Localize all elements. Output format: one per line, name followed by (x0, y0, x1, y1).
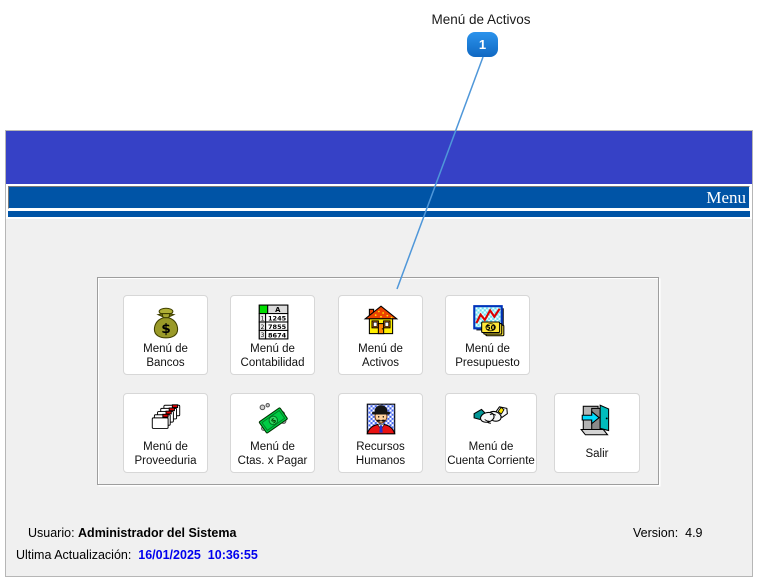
recursos-humanos-label: Recursos Humanos (356, 440, 405, 472)
menu-bar-divider (8, 211, 750, 217)
house-icon (362, 302, 400, 342)
menu-proveeduria-button[interactable]: Menú de Proveeduria (123, 393, 208, 473)
menu-bar[interactable]: Menu (8, 186, 750, 209)
svg-text:3: 3 (260, 333, 264, 339)
main-menu-panel: $ Menú de Bancos A 1 (97, 277, 659, 485)
menu-ctas-x-pagar-label: Menú de Ctas. x Pagar (238, 440, 308, 472)
status-user-label: Usuario: (28, 526, 75, 540)
status-version-value: 4.9 (685, 526, 702, 540)
salir-label: Salir (585, 440, 608, 472)
menu-cuenta-corriente-button[interactable]: Menú de Cuenta Corriente (445, 393, 537, 473)
svg-text:$: $ (161, 321, 171, 337)
app-window: Menu $ (5, 130, 753, 577)
window-body: $ Menú de Bancos A 1 (6, 219, 752, 576)
exit-door-icon (578, 400, 616, 440)
status-user-value: Administrador del Sistema (78, 526, 236, 540)
menu-presupuesto-button[interactable]: 50 Menú de Presupuesto (445, 295, 530, 375)
person-icon (362, 400, 400, 440)
svg-text:8674: 8674 (268, 331, 287, 339)
menu-ctas-x-pagar-button[interactable]: $ Menú de Ctas. x Pagar (230, 393, 315, 473)
menu-activos-button[interactable]: Menú de Activos (338, 295, 423, 375)
money-bag-icon: $ (147, 302, 185, 342)
menu-activos-label: Menú de Activos (358, 342, 403, 374)
menu-section: Menu (6, 184, 752, 219)
svg-text:50: 50 (485, 324, 495, 332)
menu-bancos-label: Menú de Bancos (143, 342, 188, 374)
menu-bar-item[interactable]: Menu (706, 188, 746, 208)
menu-cuenta-corriente-label: Menú de Cuenta Corriente (447, 440, 535, 472)
spreadsheet-icon: A 1 1245 2 7855 3 8674 (254, 302, 292, 342)
documents-stack-icon (147, 400, 185, 440)
status-user: Usuario: Administrador del Sistema (28, 526, 236, 540)
money-bill-icon: $ (254, 400, 292, 440)
handshake-icon (472, 400, 510, 440)
budget-chart-icon: 50 (469, 302, 507, 342)
menu-contabilidad-label: Menú de Contabilidad (241, 342, 305, 374)
menu-bancos-button[interactable]: $ Menú de Bancos (123, 295, 208, 375)
svg-text:1245: 1245 (268, 315, 287, 323)
window-titlebar (6, 131, 752, 184)
svg-text:7855: 7855 (268, 323, 287, 331)
recursos-humanos-button[interactable]: Recursos Humanos (338, 393, 423, 473)
annotation-step-badge: 1 (467, 32, 498, 57)
screenshot-page: Menú de Activos 1 Menu (0, 0, 757, 588)
salir-button[interactable]: Salir (554, 393, 640, 473)
svg-text:1: 1 (260, 316, 264, 322)
status-update-value: 16/01/2025 10:36:55 (138, 548, 258, 562)
menu-proveeduria-label: Menú de Proveeduria (134, 440, 196, 472)
status-version: Version: 4.9 (633, 526, 703, 540)
svg-text:A: A (275, 306, 281, 314)
status-version-label: Version: (633, 526, 678, 540)
status-update-label: Ultima Actualización: (16, 548, 131, 562)
menu-contabilidad-button[interactable]: A 1 1245 2 7855 3 8674 (230, 295, 315, 375)
status-update: Ultima Actualización: 16/01/2025 10:36:5… (16, 548, 258, 562)
menu-presupuesto-label: Menú de Presupuesto (455, 342, 520, 374)
annotation-title: Menú de Activos (381, 12, 581, 27)
svg-text:2: 2 (260, 325, 264, 331)
